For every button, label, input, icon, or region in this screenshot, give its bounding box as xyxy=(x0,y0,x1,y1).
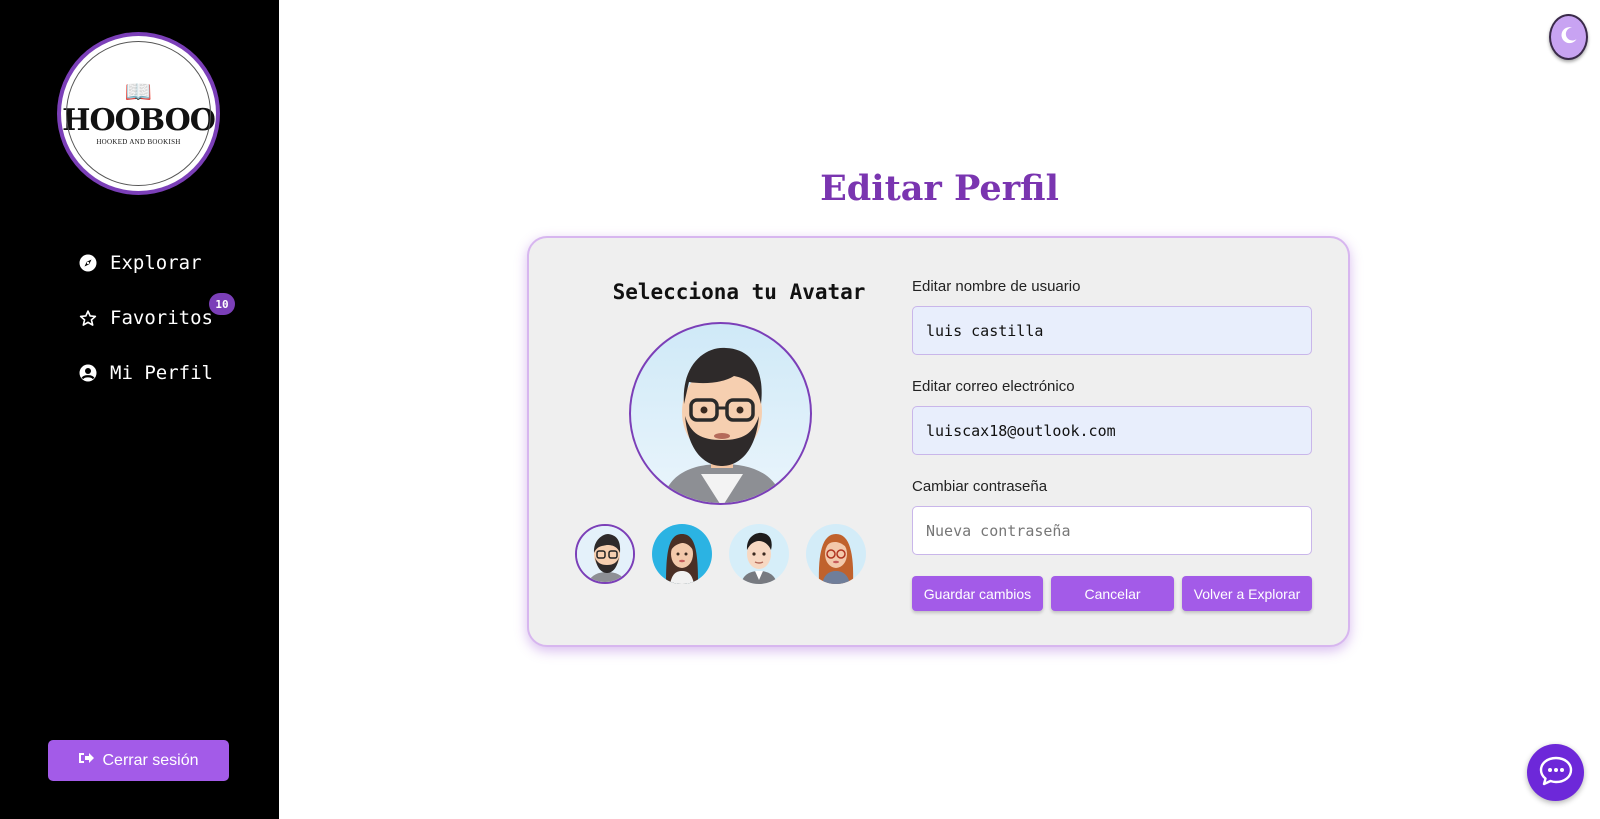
avatar-option-man-beard[interactable] xyxy=(575,524,635,584)
sidebar-nav: Explorar Favoritos 10 Mi Perfil xyxy=(79,248,235,413)
logo[interactable]: 📖 HOOBOO HOOKED AND BOOKISH xyxy=(57,32,220,195)
compass-icon xyxy=(79,254,97,272)
sidebar-item-label: Mi Perfil xyxy=(110,362,213,384)
chat-button[interactable] xyxy=(1527,744,1584,801)
cancel-button[interactable]: Cancelar xyxy=(1051,576,1174,611)
avatar-option-woman-long-hair[interactable] xyxy=(652,524,712,584)
sidebar-item-label: Explorar xyxy=(110,252,202,274)
logo-title: HOOBOO xyxy=(62,102,216,138)
user-circle-icon xyxy=(79,364,97,382)
star-icon xyxy=(79,309,97,327)
logo-subtitle: HOOKED AND BOOKISH xyxy=(96,137,181,146)
avatar-option-man-young[interactable] xyxy=(729,524,789,584)
avatar-options xyxy=(575,524,866,584)
logout-button[interactable]: Cerrar sesión xyxy=(48,740,229,781)
username-input[interactable] xyxy=(912,306,1312,355)
back-to-explore-button[interactable]: Volver a Explorar xyxy=(1182,576,1312,611)
password-input[interactable] xyxy=(912,506,1312,555)
username-label: Editar nombre de usuario xyxy=(912,278,1081,295)
profile-form: Editar nombre de usuario Editar correo e… xyxy=(912,278,1312,611)
selected-avatar-preview xyxy=(629,322,812,505)
logout-icon xyxy=(78,751,95,770)
moon-icon xyxy=(1559,25,1579,49)
avatar-section-title: Selecciona tu Avatar xyxy=(612,280,866,304)
password-label: Cambiar contraseña xyxy=(912,478,1048,495)
sidebar: 📖 HOOBOO HOOKED AND BOOKISH Explorar Fav… xyxy=(0,0,279,819)
chat-bubble-icon xyxy=(1539,756,1573,790)
books-icon: 📖 xyxy=(124,79,153,105)
avatar-option-woman-red-glasses[interactable] xyxy=(806,524,866,584)
edit-profile-card: Selecciona tu Avatar Editar nombre de us… xyxy=(527,236,1350,647)
sidebar-item-mi-perfil[interactable]: Mi Perfil xyxy=(79,358,213,388)
email-label: Editar correo electrónico xyxy=(912,378,1075,395)
logout-label: Cerrar sesión xyxy=(102,751,199,769)
form-actions: Guardar cambios Cancelar Volver a Explor… xyxy=(912,576,1312,611)
theme-toggle-button[interactable] xyxy=(1549,14,1588,60)
sidebar-item-favoritos[interactable]: Favoritos 10 xyxy=(79,293,235,333)
sidebar-item-label: Favoritos xyxy=(110,307,213,329)
sidebar-item-explorar[interactable]: Explorar xyxy=(79,248,213,278)
save-button[interactable]: Guardar cambios xyxy=(912,576,1043,611)
page-title: Editar Perfil xyxy=(820,168,1059,209)
email-input[interactable] xyxy=(912,406,1312,455)
logo-badge: 📖 HOOBOO HOOKED AND BOOKISH xyxy=(61,36,216,191)
favorites-count-badge: 10 xyxy=(209,293,235,315)
